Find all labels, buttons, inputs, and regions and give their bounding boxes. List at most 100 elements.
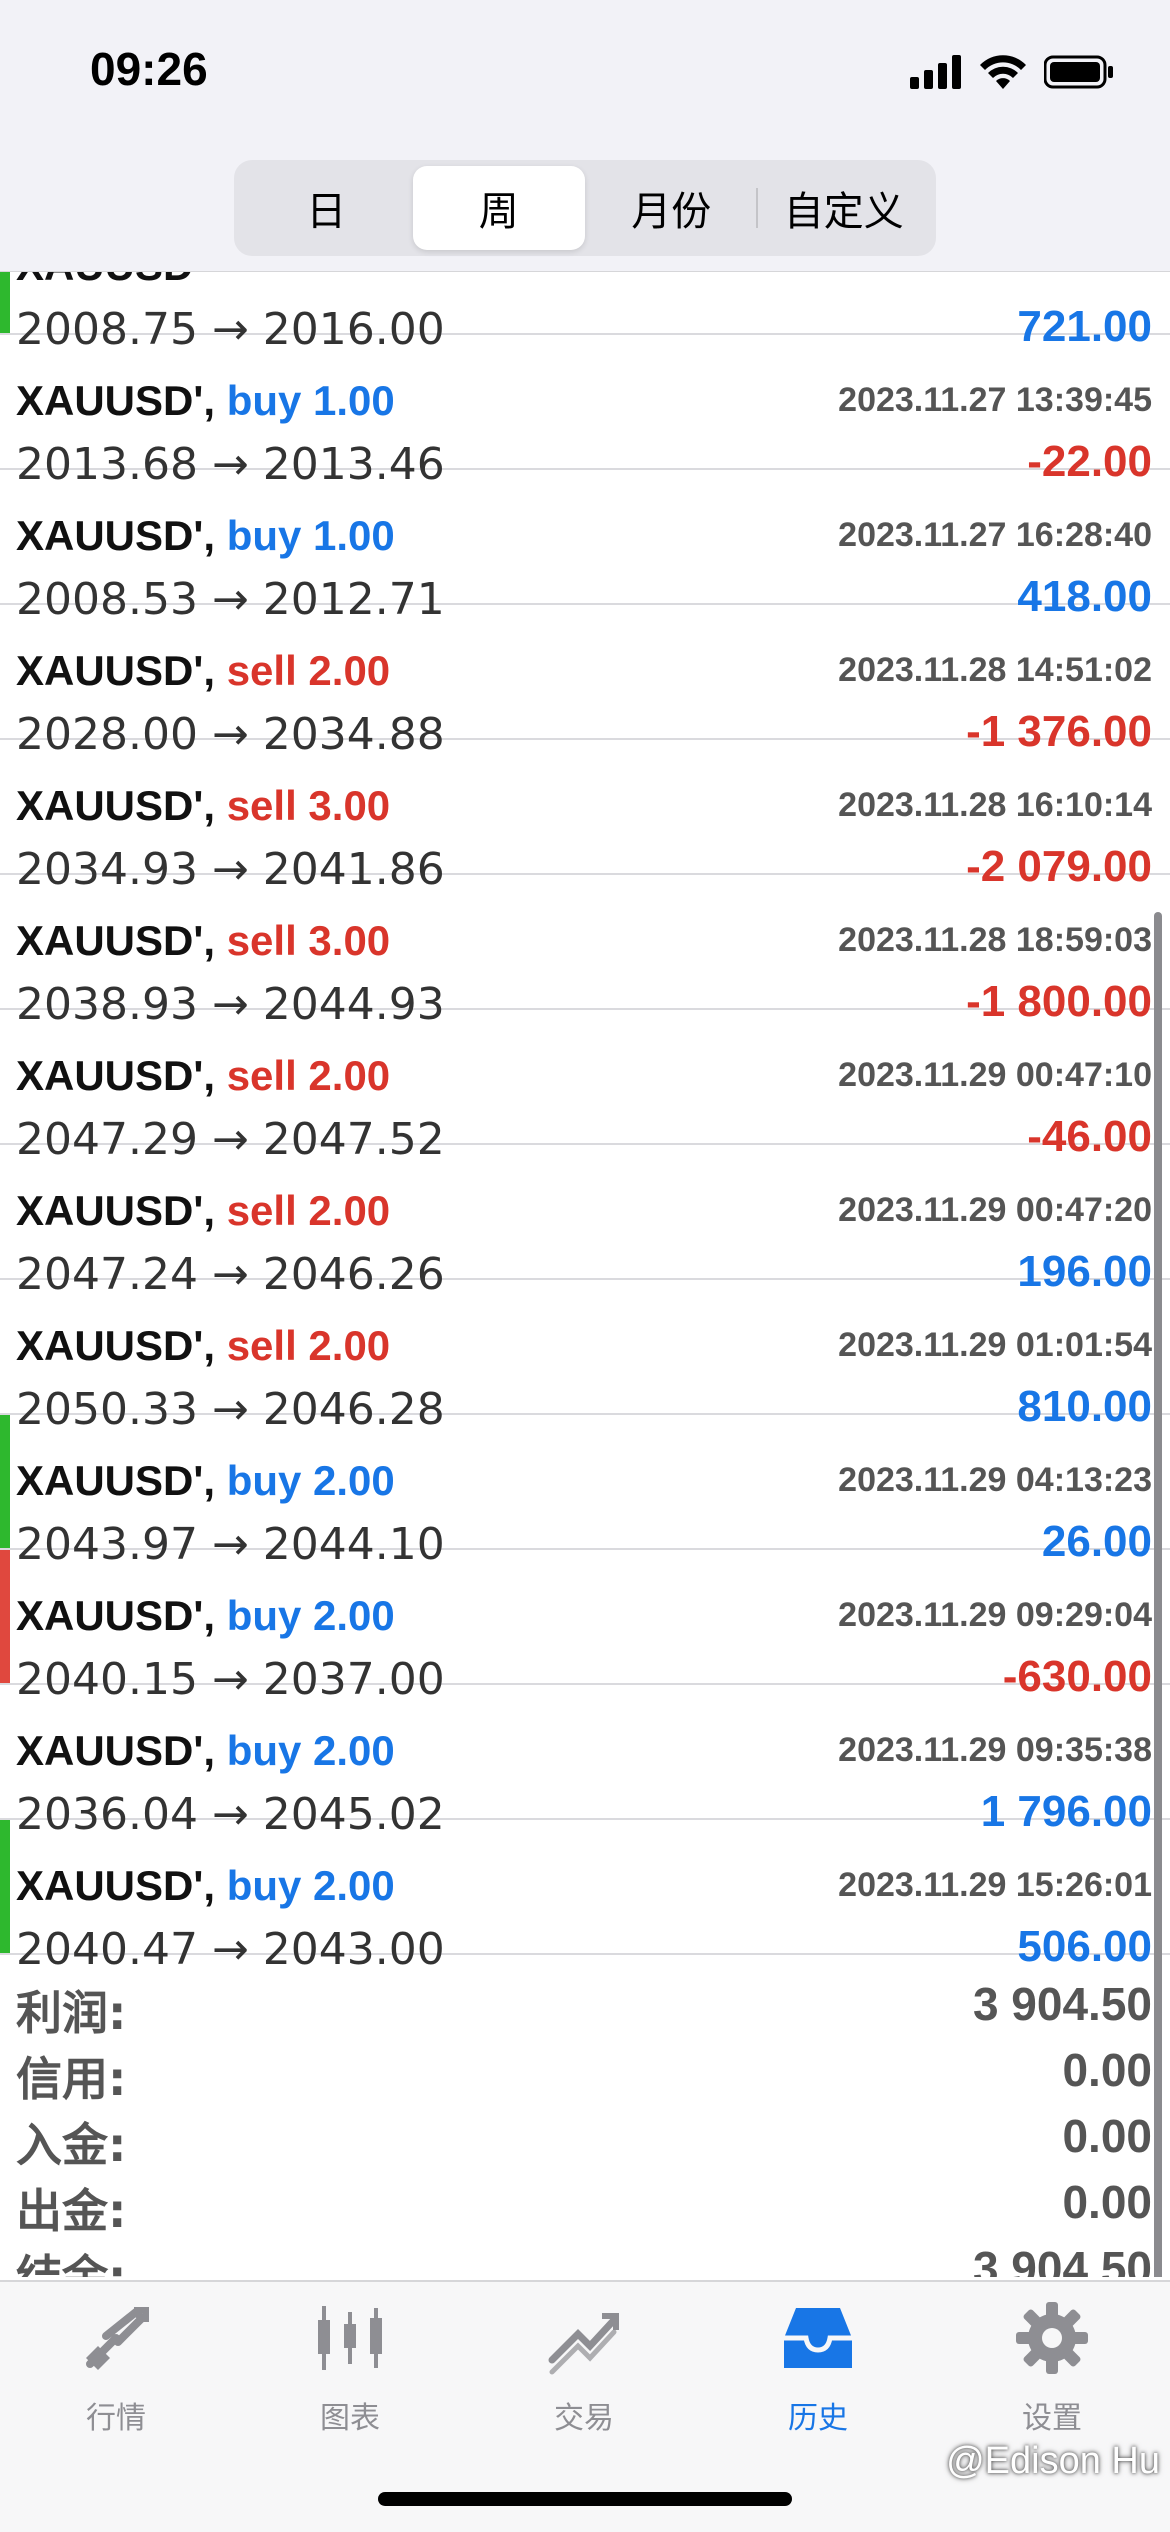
bottom-tab-label: 历史 xyxy=(788,2401,848,2436)
trade-row[interactable]: XAUUSD', buy 2.00 2043.97 → 2044.10 2023.1… xyxy=(0,1415,1170,1570)
summary-label: 入金: xyxy=(16,2118,127,2172)
trade-lots: 2.00 xyxy=(308,1052,391,1099)
battery-icon xyxy=(1044,55,1113,89)
trade-symbol: XAUUSD', sell 3.00 xyxy=(16,917,391,964)
summary-row: 信用: 0.00 xyxy=(0,2035,1170,2106)
bottom-tab-2[interactable]: 交易 xyxy=(504,2298,664,2438)
history-icon xyxy=(778,2298,858,2383)
trade-side: sell xyxy=(226,647,297,694)
watermark: @Edison Hu xyxy=(946,2440,1160,2482)
settings-icon xyxy=(1012,2298,1092,2383)
trade-side: buy xyxy=(226,1862,302,1909)
bottom-tab-1[interactable]: 图表 xyxy=(270,2298,430,2438)
bottom-tab-4[interactable]: 设置 xyxy=(972,2298,1132,2438)
trade-lots: 2.00 xyxy=(313,1457,395,1504)
trade-time: 2023.11.29 00:47:10 xyxy=(838,1056,1152,1094)
summary-label: 利润: xyxy=(16,1986,127,2040)
tab-period-3[interactable]: 自定义 xyxy=(758,166,931,250)
status-time: 09:26 xyxy=(90,43,208,95)
trade-side: buy xyxy=(226,377,302,424)
symbol-name: XAUUSD' xyxy=(16,1052,204,1099)
trade-lots: 2.00 xyxy=(313,1862,395,1909)
trade-lots: 2.00 xyxy=(313,1727,395,1774)
trade-list: XAUUSD'2008.75 → 2016.00721.00XAUUSD', b… xyxy=(0,272,1170,2277)
trade-lots: 2.00 xyxy=(308,647,391,694)
status-bar: 09:26 xyxy=(0,0,1170,150)
trade-time: 2023.11.29 15:26:01 xyxy=(838,1866,1152,1904)
scrollbar[interactable] xyxy=(1154,912,1162,2277)
trade-lots: 1.00 xyxy=(313,512,395,559)
trade-row[interactable]: XAUUSD'2008.75 → 2016.00721.00 xyxy=(0,272,1170,355)
trade-row[interactable]: XAUUSD', sell 3.00 2038.93 → 2044.93 2023.… xyxy=(0,875,1170,1030)
trade-row[interactable]: XAUUSD', sell 2.00 2047.24 → 2046.26 2023.… xyxy=(0,1145,1170,1300)
chart-icon xyxy=(310,2298,390,2383)
bottom-tab-0[interactable]: 行情 xyxy=(36,2298,196,2438)
trade-side: sell xyxy=(226,917,297,964)
bottom-tab-label: 行情 xyxy=(86,2401,146,2436)
trade-prices: 2040.47 → 2043.00 xyxy=(16,1924,445,1975)
trade-row[interactable]: XAUUSD', sell 2.00 2050.33 → 2046.28 2023.… xyxy=(0,1280,1170,1435)
trade-lots: 2.00 xyxy=(308,1322,391,1369)
trade-time: 2023.11.28 14:51:02 xyxy=(838,651,1152,689)
trade-row[interactable]: XAUUSD', sell 2.00 2047.29 → 2047.52 2023.… xyxy=(0,1010,1170,1165)
tab-label: 日 xyxy=(306,189,347,235)
summary-value: 0.00 xyxy=(1062,2044,1152,2096)
account-summary: 利润: 3 904.50 信用: 0.00 入金: 0.00 出金: 0.00 结余: 3 904… xyxy=(0,1969,1170,2277)
trade-side: buy xyxy=(226,1592,302,1639)
cellular-signal-icon xyxy=(910,55,961,89)
bottom-tab-label: 图表 xyxy=(320,2401,380,2436)
trade-time: 2023.11.29 09:35:38 xyxy=(838,1731,1152,1769)
row-accent-bar xyxy=(0,1820,10,1953)
trade-lots: 2.00 xyxy=(308,1187,391,1234)
tab-period-2[interactable]: 月份 xyxy=(585,166,758,250)
trade-lots: 3.00 xyxy=(308,782,391,829)
summary-row: 利润: 3 904.50 xyxy=(0,1969,1170,2040)
quotes-icon xyxy=(76,2298,156,2383)
tab-label: 月份 xyxy=(631,189,712,235)
trade-symbol: XAUUSD', sell 2.00 xyxy=(16,1187,391,1234)
trade-side: buy xyxy=(226,1457,302,1504)
symbol-name: XAUUSD' xyxy=(16,512,204,559)
summary-label: 出金: xyxy=(16,2184,127,2238)
summary-row: 结余: 3 904.50 xyxy=(0,2233,1170,2277)
bottom-tab-3[interactable]: 历史 xyxy=(738,2298,898,2438)
trade-lots: 3.00 xyxy=(308,917,391,964)
trade-row[interactable]: XAUUSD', sell 2.00 2028.00 → 2034.88 2023.… xyxy=(0,605,1170,760)
tab-label: 自定义 xyxy=(783,189,904,235)
trade-row[interactable]: XAUUSD', sell 3.00 2034.93 → 2041.86 2023.… xyxy=(0,740,1170,895)
row-accent-bar xyxy=(0,272,10,333)
trade-lots: 1.00 xyxy=(313,377,395,424)
symbol-name: XAUUSD' xyxy=(16,1862,204,1909)
trade-row[interactable]: XAUUSD', buy 1.00 2008.53 → 2012.71 2023.1… xyxy=(0,470,1170,625)
trade-row[interactable]: XAUUSD', buy 2.00 2036.04 → 2045.02 2023.1… xyxy=(0,1685,1170,1840)
trade-row[interactable]: XAUUSD', buy 1.00 2013.68 → 2013.46 2023.1… xyxy=(0,335,1170,490)
summary-value: 3 904.50 xyxy=(972,2242,1152,2277)
trade-time: 2023.11.29 01:01:54 xyxy=(838,1326,1152,1364)
trade-symbol: XAUUSD' xyxy=(16,272,203,290)
history-list[interactable]: XAUUSD'2008.75 → 2016.00721.00XAUUSD', b… xyxy=(0,272,1170,2277)
symbol-name: XAUUSD' xyxy=(16,1457,204,1504)
trade-row[interactable]: XAUUSD', buy 2.00 2040.47 → 2043.00 2023.1… xyxy=(0,1820,1170,1975)
trade-time: 2023.11.29 00:47:20 xyxy=(838,1191,1152,1229)
trade-profit: 506.00 xyxy=(1017,1922,1152,1971)
trade-row[interactable]: XAUUSD', buy 2.00 2040.15 → 2037.00 2023.1… xyxy=(0,1550,1170,1705)
trade-symbol: XAUUSD', sell 2.00 xyxy=(16,647,391,694)
bottom-tab-label: 设置 xyxy=(1022,2401,1082,2436)
trade-symbol: XAUUSD', buy 2.00 xyxy=(16,1862,395,1909)
wifi-icon xyxy=(980,55,1026,89)
trade-time: 2023.11.27 16:28:40 xyxy=(838,516,1152,554)
trade-icon xyxy=(544,2298,624,2383)
trade-time: 2023.11.28 18:59:03 xyxy=(838,921,1152,959)
trade-symbol: XAUUSD', sell 2.00 xyxy=(16,1322,391,1369)
tab-period-1[interactable]: 周 xyxy=(412,166,585,250)
tab-period-0[interactable]: 日 xyxy=(240,166,413,250)
trade-symbol: XAUUSD', sell 3.00 xyxy=(16,782,391,829)
row-accent-bar xyxy=(0,1415,10,1548)
symbol-name: XAUUSD' xyxy=(16,1187,204,1234)
trade-side: sell xyxy=(226,1052,297,1099)
trade-symbol: XAUUSD', buy 1.00 xyxy=(16,512,395,559)
status-icons xyxy=(910,52,1114,92)
symbol-name: XAUUSD' xyxy=(16,782,204,829)
period-header: 日 周 月份 自定义 xyxy=(0,150,1170,272)
summary-value: 0.00 xyxy=(1062,2176,1152,2228)
